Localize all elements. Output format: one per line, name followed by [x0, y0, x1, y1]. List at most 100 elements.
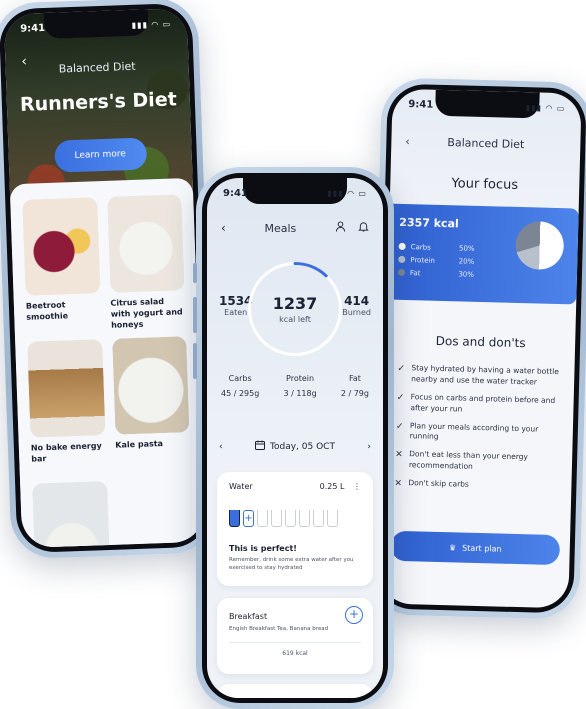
list-item-text: Stay hydrated by having a water bottle n… [411, 363, 560, 387]
side-button [193, 297, 197, 333]
screen: 9:41 ▮▮▮ ◠ ▭ ‹ Meals 1534 Eaten 1237 kca… [207, 178, 383, 698]
side-button [193, 343, 197, 379]
macro-label: Protein [286, 374, 315, 383]
burned-label: Burned [342, 308, 371, 317]
list-item: ✓ Focus on carbs and protein before and … [396, 392, 562, 418]
learn-more-button[interactable]: Learn more [53, 137, 147, 173]
water-cup-empty[interactable] [257, 510, 268, 527]
legend-label: Fat [409, 268, 421, 277]
status-time: 9:41 [223, 187, 248, 199]
macro-label: Carbs [228, 374, 252, 383]
side-button [193, 263, 197, 283]
date-label: Today, 05 OCT [270, 441, 335, 452]
recipe-card[interactable]: No bake energy bar [27, 339, 106, 474]
calorie-ring-progress [248, 262, 342, 356]
header: ‹ Meals [221, 218, 369, 238]
cross-icon: ✕ [394, 478, 403, 489]
meal-items: Engish Breakfast Tea, Banana bread [229, 626, 329, 632]
signal-icon: ▮▮▮ ◠ ▭ [327, 188, 367, 198]
recipe-card[interactable]: Citrus salad with yogurt and honeys [106, 194, 186, 330]
next-meal-card[interactable] [217, 684, 373, 698]
legend-pct: 30% [458, 269, 475, 279]
list-item: ✕ Don't skip carbs [394, 478, 559, 495]
recipe-image [22, 197, 101, 296]
recipe-image [27, 339, 105, 438]
water-message-title: This is perfect! [229, 544, 297, 553]
legend-item: Fat 30% [397, 266, 475, 281]
list-item-text: Plan your meals according to your runnin… [409, 420, 539, 442]
water-cup-empty[interactable] [285, 510, 296, 527]
legend-label: Carbs [410, 242, 431, 252]
water-title: Water [229, 482, 253, 491]
dos-list: ✓ Stay hydrated by having a water bottle… [394, 363, 562, 502]
more-icon[interactable]: ⋮ [353, 482, 361, 491]
recipe-name: No bake energy bar [30, 441, 102, 464]
legend-dot [398, 255, 406, 263]
burned-stat: 414 Burned [342, 294, 371, 317]
section-title: Dos and don'ts [435, 333, 526, 351]
bell-icon[interactable] [358, 221, 369, 235]
recipe-card[interactable] [32, 481, 111, 549]
breakfast-card[interactable]: Breakfast Engish Breakfast Tea, Banana b… [217, 598, 373, 674]
chevron-left-icon[interactable]: ‹ [219, 442, 223, 452]
legend-label: Protein [410, 255, 435, 265]
list-item: ✓ Plan your meals according to your runn… [396, 420, 562, 446]
list-item-text: Focus on carbs and protein before and af… [410, 391, 556, 414]
legend-dot [397, 268, 406, 276]
calorie-ring: 1237 kcal left [248, 262, 342, 356]
profile-icon[interactable] [335, 221, 346, 235]
cross-icon: ✕ [395, 450, 403, 461]
start-plan-button[interactable]: ♛ Start plan [390, 530, 561, 566]
legend-pct: 20% [458, 256, 475, 266]
page-title: Balanced Diet [447, 136, 525, 152]
screen: 9:41 ▮▮▮ ◠ ▭ ‹ Balanced Diet Runners's D… [3, 7, 206, 549]
meal-kcal: 619 kcal [282, 650, 308, 657]
water-cup-empty[interactable] [313, 510, 324, 527]
phone-right: 9:41 ▮▮▮ ◠ ▭ ‹ Balanced Diet Your focus … [368, 77, 586, 620]
macro-label: Fat [348, 374, 361, 383]
check-icon: ✓ [396, 392, 405, 403]
chevron-left-icon[interactable]: ‹ [221, 221, 226, 235]
water-cup-empty[interactable] [271, 510, 282, 527]
phone-left: 9:41 ▮▮▮ ◠ ▭ ‹ Balanced Diet Runners's D… [0, 0, 217, 560]
recipe-name: Citrus salad with yogurt and honeys [110, 296, 183, 330]
phone-middle: 9:41 ▮▮▮ ◠ ▭ ‹ Meals 1534 Eaten 1237 kca… [193, 167, 394, 709]
header: ‹ Balanced Diet [403, 135, 568, 157]
macro-value: 3 / 118g [283, 389, 317, 398]
hero-title: Runners's Diet [19, 88, 178, 116]
date-selector: ‹ Today, 05 OCT › [219, 440, 371, 453]
legend-dot [398, 242, 406, 251]
water-card: Water 0.25 L ⋮ + This is perfect! Rememb… [217, 472, 373, 586]
meal-title: Breakfast [229, 612, 268, 621]
burned-value: 414 [344, 294, 370, 308]
kcal-card: 2357 kcal Carbs 50% Protein 20% Fat 30% [387, 203, 579, 305]
check-icon: ✓ [395, 421, 404, 432]
recipe-image [111, 336, 190, 435]
macro-protein: Protein 3 / 118g [283, 374, 316, 398]
screen: 9:41 ▮▮▮ ◠ ▭ ‹ Balanced Diet Your focus … [379, 88, 582, 609]
macro-pie-chart [515, 220, 565, 271]
macros-row: Carbs 45 / 295g Protein 3 / 118g Fat 2 /… [221, 374, 369, 398]
add-meal-button[interactable]: + [345, 606, 363, 624]
water-cup-empty[interactable] [299, 510, 310, 527]
water-amount: 0.25 L [319, 482, 345, 491]
recipe-card[interactable]: Kale pasta [111, 336, 191, 471]
water-cup-empty[interactable] [327, 510, 338, 527]
list-item: ✕ Don't eat less than your energy recomm… [395, 449, 561, 475]
chevron-right-icon[interactable]: › [367, 442, 371, 452]
recipe-card[interactable]: Beetroot smoothie [22, 197, 101, 332]
date-display[interactable]: Today, 05 OCT [255, 440, 335, 453]
macro-value: 2 / 79g [340, 389, 369, 398]
recipe-image [32, 481, 110, 549]
recipe-image [106, 194, 185, 293]
recipe-name: Kale pasta [115, 439, 164, 450]
signal-icon: ▮▮▮ ◠ ▭ [525, 102, 566, 113]
signal-icon: ▮▮▮ ◠ ▭ [131, 19, 172, 30]
list-item: ✓ Stay hydrated by having a water bottle… [397, 363, 563, 389]
recipe-name: Beetroot smoothie [25, 300, 69, 322]
recipe-grid: Beetroot smoothie Citrus salad with yogu… [9, 177, 206, 549]
water-cups: + [229, 510, 338, 527]
water-cup-filled [229, 510, 240, 527]
macro-value: 45 / 295g [221, 389, 260, 398]
add-water-button[interactable]: + [243, 510, 254, 527]
